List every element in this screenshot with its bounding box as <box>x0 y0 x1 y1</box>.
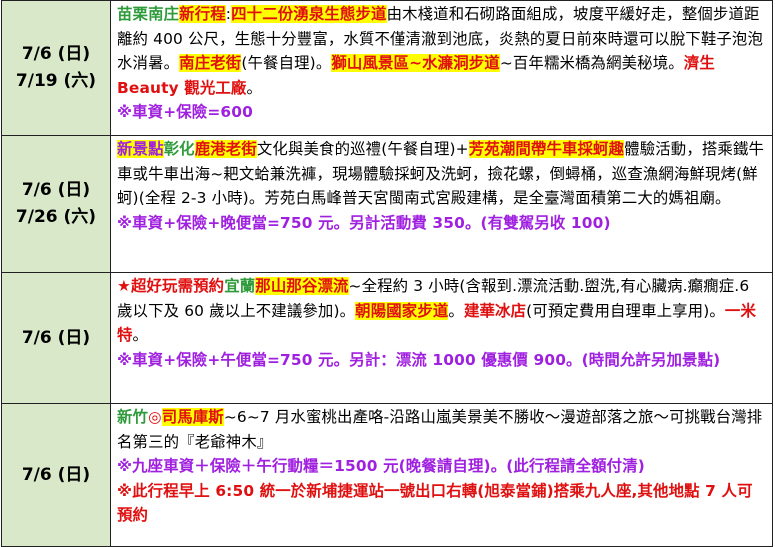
trip-description: 新竹◎司馬庫斯~6~7 月水蜜桃出產咯-沿路山嵐美景美不勝收～漫遊部落之旅～可挑… <box>110 403 773 547</box>
trip-description: 新景點彰化鹿港老街文化與美食的巡禮(午餐自理)+芳苑潮間帶牛車採蚵趣體驗活動，搭… <box>110 135 773 273</box>
trip-date: 7/6 (日) <box>21 327 91 348</box>
attraction-name: 司馬庫斯 <box>161 408 224 426</box>
description-text: ~百年糯米橋為網美秘境。 <box>499 54 684 73</box>
meeting-note: ※此行程早上 6:50 統一於新埔捷運站一號出口右轉(旭泰當鋪)搭乘九人座,其他… <box>117 481 753 525</box>
description-text: (午餐自理)。 <box>241 54 332 73</box>
attraction-name: 那山那谷漂流 <box>255 277 349 295</box>
region-label: 新竹 <box>117 408 149 426</box>
attraction-name: 南庄老街 <box>179 54 242 73</box>
attraction-name: 獅山風景區~水濂洞步道 <box>331 54 500 73</box>
price-note: ※九座車資＋保險＋午行動糧＝1500 元(晚餐請自理)。(此行程請全額付清) <box>117 457 645 476</box>
trip-date-alt: 7/26 (六) <box>15 207 97 227</box>
price-note: ※車資+保險=600 <box>117 103 253 122</box>
trip-description: ★超好玩需預約宜蘭那山那谷漂流~全程約 3 小時(含報到.漂流活動.盥洗,有心臟… <box>110 272 773 404</box>
trip-date: 7/6 (日) <box>21 464 91 485</box>
date-cell: 7/6 (日) 7/19 (六) <box>1 0 111 136</box>
new-spot-tag: 新景點 <box>117 140 164 158</box>
trip-row: 7/6 (日) 新竹◎司馬庫斯~6~7 月水蜜桃出產咯-沿路山嵐美景美不勝收～漫… <box>1 403 773 547</box>
attraction-name: 四十二份湧泉生態步道 <box>231 5 387 23</box>
price-note: ※車資+保險+午便當=750 元。另計：漂流 1000 優惠價 900。(時間允… <box>117 350 721 369</box>
trip-row: 7/6 (日) ★超好玩需預約宜蘭那山那谷漂流~全程約 3 小時(含報到.漂流活… <box>1 272 773 404</box>
trip-date-alt: 7/19 (六) <box>15 71 97 91</box>
attraction-name: 建華冰店 <box>463 301 527 320</box>
attraction-name: 芳苑潮間帶牛車採蚵趣 <box>468 140 625 158</box>
description-text: 。 <box>132 326 149 345</box>
date-cell: 7/6 (日) 7/26 (六) <box>1 135 111 273</box>
attraction-name: 鹿港老街 <box>194 140 257 158</box>
attraction-name: 朝陽國家步道 <box>355 301 449 320</box>
region-label: 彰化 <box>163 140 195 158</box>
price-note: ※車資+保險+晚便當=750 元。另計活動費 350。(有雙駕另收 100) <box>117 213 611 232</box>
bullet-symbol: ◎ <box>148 408 162 426</box>
trip-date: 7/6 (日) <box>21 44 91 64</box>
description-text: 。 <box>246 78 263 97</box>
region-label: 苗栗南庄 <box>117 5 180 23</box>
region-label: 宜蘭 <box>224 277 256 295</box>
trip-description: 苗栗南庄新行程:四十二份湧泉生態步道由木棧道和石砌路面組成，坡度平緩好走，整個步… <box>110 0 773 136</box>
description-text: 。 <box>448 301 464 320</box>
trip-row: 7/6 (日) 7/26 (六) 新景點彰化鹿港老街文化與美食的巡禮(午餐自理)… <box>1 135 773 273</box>
date-cell: 7/6 (日) <box>1 272 111 404</box>
booking-note: ★超好玩需預約 <box>117 277 225 295</box>
date-cell: 7/6 (日) <box>1 403 111 547</box>
description-text: 文化與美食的巡禮(午餐自理)+ <box>256 140 469 158</box>
new-route-tag: 新行程 <box>179 5 226 23</box>
description-text: (可預定費用自理車上享用)。 <box>526 301 725 320</box>
trip-date: 7/6 (日) <box>21 180 91 200</box>
itinerary-table: 7/6 (日) 7/19 (六) 苗栗南庄新行程:四十二份湧泉生態步道由木棧道和… <box>1 0 773 547</box>
trip-row: 7/6 (日) 7/19 (六) 苗栗南庄新行程:四十二份湧泉生態步道由木棧道和… <box>1 0 773 136</box>
